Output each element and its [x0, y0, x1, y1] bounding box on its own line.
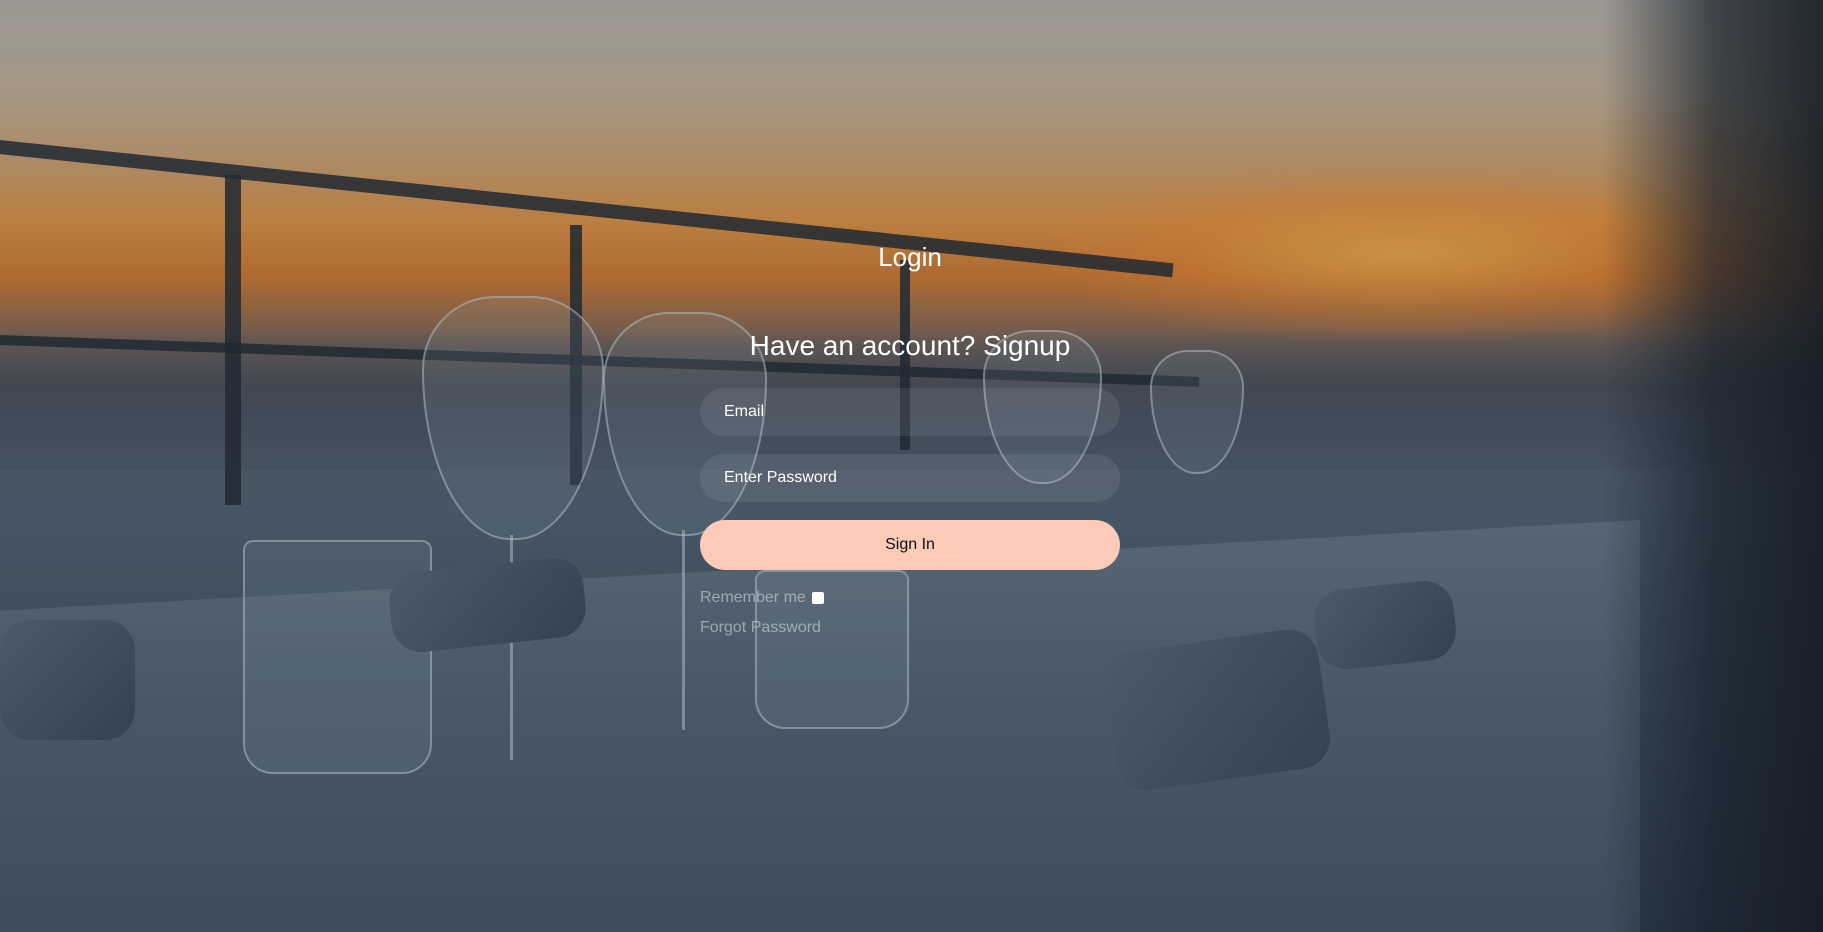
password-input[interactable]: [722, 468, 1098, 488]
email-input[interactable]: [722, 402, 1098, 422]
signup-heading[interactable]: Have an account? Signup: [700, 330, 1120, 362]
forgot-password-link[interactable]: Forgot Password: [700, 619, 821, 637]
remember-me-row: Remember me: [700, 589, 824, 607]
sign-in-button[interactable]: Sign In: [700, 520, 1120, 570]
remember-me-label: Remember me: [700, 589, 806, 606]
remember-me-checkbox[interactable]: [811, 592, 824, 604]
email-field-wrapper: [700, 388, 1120, 436]
password-field-wrapper: [700, 454, 1120, 502]
login-title: Login: [878, 242, 942, 272]
